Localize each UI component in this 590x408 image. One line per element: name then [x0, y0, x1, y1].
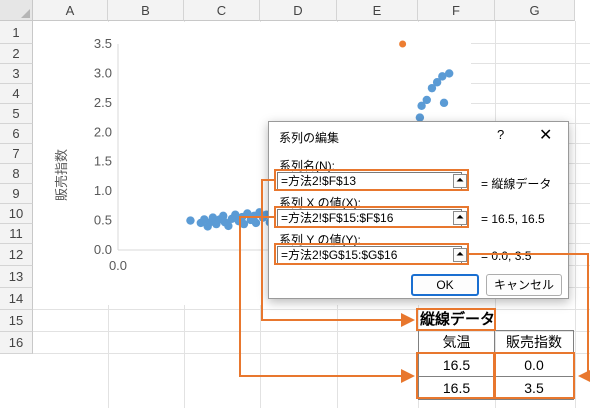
row-header-1[interactable]: 1 — [0, 21, 33, 44]
row-header-15[interactable]: 15 — [0, 310, 33, 332]
series-x-input[interactable]: =方法2!$F$15:$F$16 — [277, 209, 462, 227]
table-cell[interactable]: 3.5 — [494, 376, 574, 400]
cancel-button[interactable]: キャンセル — [486, 274, 562, 296]
series-name-result: = 縦線データ — [481, 177, 552, 191]
table-cell[interactable]: 16.5 — [418, 353, 495, 377]
edit-series-dialog: 系列の編集 ? ✕ 系列名(N): =方法2!$F$13 ⏶ = 縦線データ 系… — [268, 121, 569, 299]
row-header-10[interactable]: 10 — [0, 204, 33, 224]
series-y-result: = 0.0, 3.5 — [481, 249, 532, 263]
row-header-6[interactable]: 6 — [0, 124, 33, 144]
table-header-temperature: 気温 — [418, 330, 495, 354]
row-header-16[interactable]: 16 — [0, 332, 33, 354]
row-header-3[interactable]: 3 — [0, 64, 33, 84]
series-name-input[interactable]: =方法2!$F$13 — [277, 172, 462, 190]
column-header-d[interactable]: D — [260, 0, 337, 21]
column-header-a[interactable]: A — [33, 0, 108, 21]
x-tick-label: 0.0 — [109, 258, 127, 273]
gridline — [33, 309, 590, 310]
column-header-f[interactable]: F — [418, 0, 495, 21]
collapse-range-icon[interactable]: ⏶ — [453, 211, 467, 225]
row-header-12[interactable]: 12 — [0, 244, 33, 266]
help-button[interactable]: ? — [497, 127, 504, 142]
y-tick-label: 3.0 — [94, 65, 112, 80]
y-tick-label: 0.0 — [94, 242, 112, 257]
series-x-result: = 16.5, 16.5 — [481, 212, 545, 226]
row-header-4[interactable]: 4 — [0, 84, 33, 104]
data-point — [251, 218, 261, 228]
column-header-c[interactable]: C — [184, 0, 260, 21]
y-tick-label: 2.0 — [94, 124, 112, 139]
table-header-sales-index: 販売指数 — [494, 330, 574, 354]
data-point — [445, 69, 454, 78]
y-tick-label: 1.0 — [94, 183, 112, 198]
row-header-5[interactable]: 5 — [0, 104, 33, 124]
column-header-g[interactable]: G — [495, 0, 575, 21]
row-header-7[interactable]: 7 — [0, 144, 33, 164]
row-header-13[interactable]: 13 — [0, 266, 33, 288]
spreadsheet: A B C D E F G 1 2 3 4 5 6 7 8 9 10 11 12 13 14 15 16 販売… — [0, 0, 590, 408]
y-tick-label: 3.5 — [94, 36, 112, 51]
series-y-input[interactable]: =方法2!$G$15:$G$16 — [277, 246, 462, 264]
row-header-2[interactable]: 2 — [0, 44, 33, 64]
dialog-title: 系列の編集 — [279, 131, 340, 145]
data-point — [186, 216, 195, 225]
column-header-e[interactable]: E — [337, 0, 418, 21]
row-header-9[interactable]: 9 — [0, 184, 33, 204]
y-tick-label: 2.5 — [94, 95, 112, 110]
column-header-b[interactable]: B — [108, 0, 184, 21]
y-axis-title: 販売指数 — [54, 149, 69, 201]
row-header-14[interactable]: 14 — [0, 288, 33, 310]
data-point — [439, 98, 449, 108]
table-cell[interactable]: 16.5 — [418, 376, 495, 400]
vertical-line-point — [399, 40, 407, 48]
close-icon[interactable]: ✕ — [539, 125, 552, 145]
row-header-11[interactable]: 11 — [0, 224, 33, 244]
table-title: 縦線データ — [420, 311, 496, 328]
y-tick-label: 1.5 — [94, 154, 112, 169]
row-header-8[interactable]: 8 — [0, 164, 33, 184]
select-all-corner[interactable] — [0, 0, 33, 21]
ok-button[interactable]: OK — [411, 274, 479, 296]
collapse-range-icon[interactable]: ⏶ — [453, 248, 467, 262]
data-point — [422, 95, 431, 105]
table-cell[interactable]: 0.0 — [494, 353, 574, 377]
gridline — [575, 21, 576, 408]
collapse-range-icon[interactable]: ⏶ — [453, 174, 467, 188]
y-tick-label: 0.5 — [94, 213, 112, 228]
